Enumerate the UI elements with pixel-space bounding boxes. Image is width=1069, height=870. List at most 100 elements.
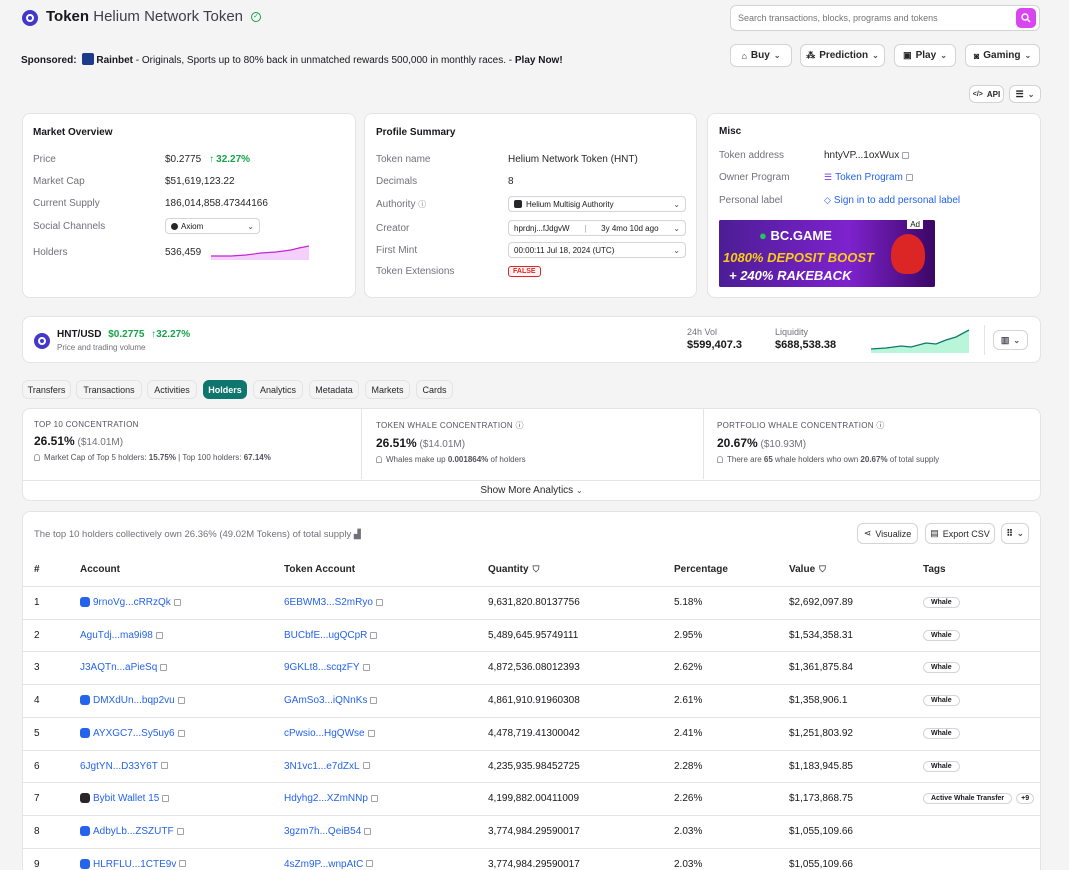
creator-dropdown[interactable]: hprdnj...fJdgvW | 3y 4mo 10d ago ⌄ [508,220,686,236]
api-button[interactable]: </> API [969,85,1004,103]
search-input[interactable] [738,11,1008,25]
tag-badge[interactable]: Whale [923,597,960,608]
tab-holders[interactable]: Holders [203,380,247,399]
tag-badge[interactable]: Whale [923,695,960,707]
col-value[interactable]: Value ⛉ [789,564,826,575]
tab-cards[interactable]: Cards [416,380,453,399]
filter-icon[interactable]: ⛉ [533,564,540,574]
copy-icon[interactable] [370,795,378,803]
copy-icon[interactable] [177,696,185,704]
token-account-cell[interactable]: Hdyhg2...XZmNNp [284,793,378,804]
account-cell[interactable]: 9rnoVg...cRRzQk [80,597,181,608]
account-link[interactable]: AguTdj...ma9i98 [80,630,153,641]
social-dropdown[interactable]: Axiom ⌄ [165,218,260,234]
tag-badge[interactable]: Whale [923,727,960,739]
token-account-link[interactable]: 9GKLt8...scqzFY [284,662,360,673]
export-csv-button[interactable]: ▤ Export CSV [925,523,995,544]
prediction-button[interactable]: ⁂ Prediction ⌄ [800,44,885,67]
columns-button[interactable]: ⠿ ⌄ [1001,523,1029,544]
search-bar[interactable] [730,5,1040,31]
account-cell[interactable]: AdbyLb...ZSZUTF [80,825,184,837]
copy-icon[interactable] [902,152,910,159]
copy-icon[interactable] [375,598,383,606]
account-cell[interactable]: DMXdUn...bqp2vu [80,695,185,706]
copy-icon[interactable] [367,729,375,737]
tab-metadata[interactable]: Metadata [309,380,359,399]
sponsor-banner[interactable]: Sponsored: Rainbet - Originals, Sports u… [21,53,563,66]
copy-icon[interactable] [364,827,372,835]
copy-icon[interactable] [177,729,185,737]
first-mint-dropdown[interactable]: 00:00:11 Jul 18, 2024 (UTC) ⌄ [508,242,686,258]
creator-value[interactable]: hprdnj...fJdgvW [514,224,570,233]
token-account-cell[interactable]: cPwsio...HgQWse [284,728,375,739]
col-quantity[interactable]: Quantity ⛉ [488,564,539,575]
show-more-analytics-button[interactable]: Show More Analytics ⌄ [23,485,1040,496]
token-account-cell[interactable]: 4sZm9P...wnpAtC [284,859,374,870]
authority-dropdown[interactable]: Helium Multisig Authority ⌄ [508,196,686,212]
token-account-cell[interactable]: 6EBWM3...S2mRyo [284,597,383,608]
account-cell[interactable]: AYXGC7...Sy5uy6 [80,727,185,739]
account-cell[interactable]: HLRFLU...1CTE9v [80,858,187,870]
copy-icon[interactable] [162,795,170,803]
account-link[interactable]: AYXGC7...Sy5uy6 [93,728,175,739]
bc-game-ad[interactable]: Ad ● BC.GAME 1080% DEPOSIT BOOST + 240% … [719,220,935,287]
tag-badge[interactable]: Whale [923,662,960,674]
token-account-link[interactable]: Hdyhg2...XZmNNp [284,793,368,804]
copy-icon[interactable] [370,631,378,639]
token-account-cell[interactable]: 3gzm7h...QeiB54 [284,826,372,837]
copy-icon[interactable] [176,827,184,835]
account-cell[interactable]: AguTdj...ma9i98 [80,630,163,641]
token-account-link[interactable]: 3gzm7h...QeiB54 [284,826,361,837]
copy-icon[interactable] [362,762,370,770]
personal-label-link[interactable]: Sign in to add personal label [834,195,960,206]
tag-badge[interactable]: Active Whale Transfer [923,793,1013,805]
copy-icon[interactable] [160,762,168,770]
copy-icon[interactable] [370,696,378,704]
visualize-button[interactable]: ⋖ Visualize [857,523,918,544]
account-cell[interactable]: J3AQTn...aPieSq [80,662,168,673]
tag-badge[interactable]: Whale [923,760,960,772]
token-account-link[interactable]: BUCbfE...ugQCpR [284,630,367,641]
play-button[interactable]: ▣ Play ⌄ [894,44,956,67]
token-account-link[interactable]: 6EBWM3...S2mRyo [284,597,373,608]
tab-transfers[interactable]: Transfers [22,380,71,399]
copy-icon[interactable] [173,598,181,606]
token-account-cell[interactable]: 9GKLt8...scqzFY [284,662,370,673]
more-tags-badge[interactable]: +9 [1016,793,1035,805]
token-account-link[interactable]: GAmSo3...iQNnKs [284,695,367,706]
copy-icon[interactable] [905,174,913,181]
token-account-link[interactable]: cPwsio...HgQWse [284,728,365,739]
tab-analytics[interactable]: Analytics [253,380,303,399]
copy-icon[interactable] [366,860,374,868]
chart-type-button[interactable]: ▥ ⌄ [993,330,1028,350]
account-link[interactable]: J3AQTn...aPieSq [80,662,157,673]
account-link[interactable]: AdbyLb...ZSZUTF [93,826,174,837]
tab-transactions[interactable]: Transactions [76,380,142,399]
account-link[interactable]: 9rnoVg...cRRzQk [93,597,171,608]
account-link[interactable]: Bybit Wallet 15 [93,793,159,804]
account-link[interactable]: DMXdUn...bqp2vu [93,695,175,706]
owner-program-link[interactable]: Token Program [835,172,903,183]
token-account-cell[interactable]: BUCbfE...ugQCpR [284,630,378,641]
token-account-link[interactable]: 3N1vc1...e7dZxL [284,761,360,772]
copy-icon[interactable] [160,664,168,672]
gaming-button[interactable]: ◙ Gaming ⌄ [965,44,1040,67]
copy-icon[interactable] [155,631,163,639]
token-account-link[interactable]: 4sZm9P...wnpAtC [284,859,363,870]
sponsor-cta[interactable]: Play Now! [515,55,563,66]
copy-icon[interactable] [362,664,370,672]
list-view-button[interactable]: ☰ ⌄ [1009,85,1041,103]
account-cell[interactable]: 6JgtYN...D33Y6T [80,761,168,772]
tag-badge[interactable]: Whale [923,629,960,641]
token-account-cell[interactable]: 3N1vc1...e7dZxL [284,761,370,772]
tab-markets[interactable]: Markets [365,380,410,399]
filter-icon[interactable]: ⛉ [819,564,826,574]
account-cell[interactable]: Bybit Wallet 15 [80,793,170,804]
copy-icon[interactable] [179,860,187,868]
account-link[interactable]: HLRFLU...1CTE9v [93,859,176,870]
tab-activities[interactable]: Activities [147,380,197,399]
account-link[interactable]: 6JgtYN...D33Y6T [80,761,158,772]
search-button[interactable] [1016,8,1036,28]
buy-button[interactable]: ⌂ Buy ⌄ [730,44,792,67]
token-account-cell[interactable]: GAmSo3...iQNnKs [284,695,378,706]
